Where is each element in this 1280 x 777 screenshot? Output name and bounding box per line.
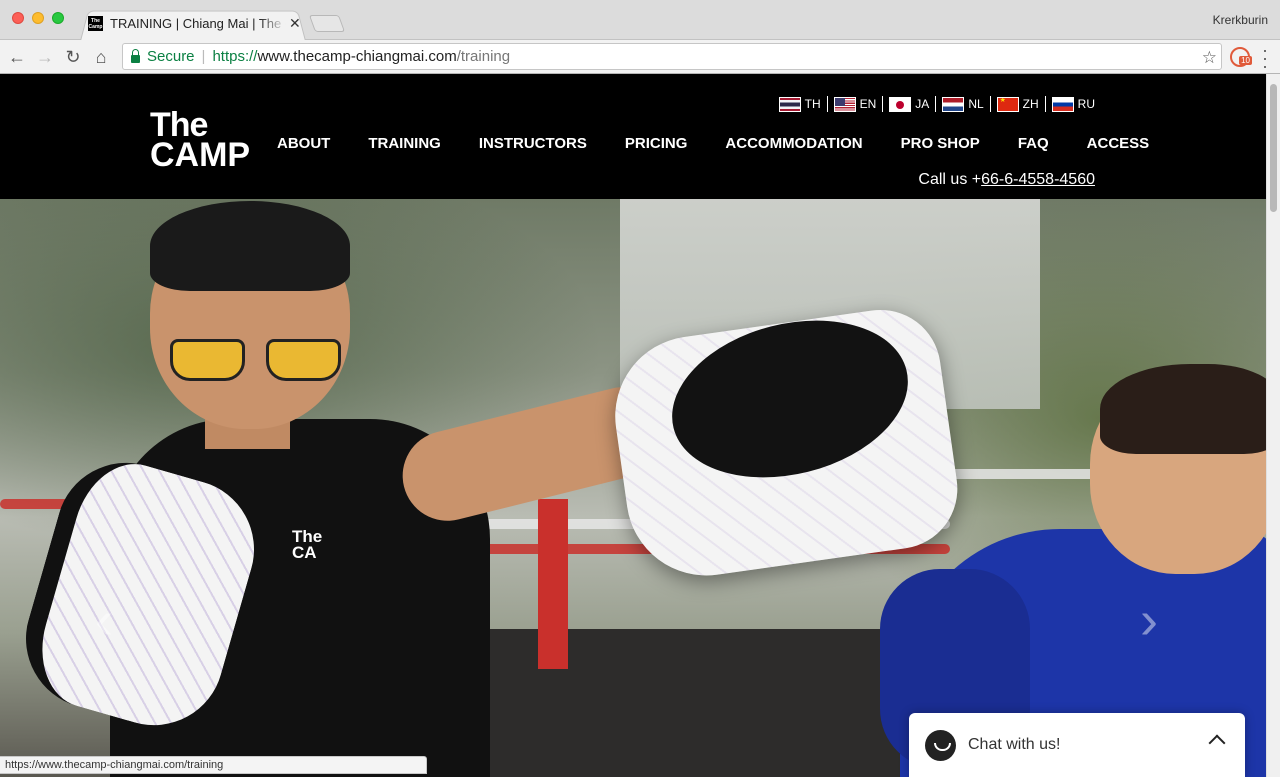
lang-nl[interactable]: NL	[936, 96, 991, 112]
home-icon[interactable]: ⌂	[90, 46, 112, 68]
extension-badge: 10	[1239, 56, 1252, 65]
japan-flag-icon	[889, 96, 912, 112]
new-tab-button[interactable]	[308, 15, 346, 32]
tab-title[interactable]: TRAINING | Chiang Mai | The Camp	[110, 16, 286, 31]
close-window-button[interactable]	[12, 12, 24, 24]
lang-code: NL	[968, 97, 984, 111]
lang-th[interactable]: TH	[773, 96, 828, 112]
url-scheme: https://	[212, 48, 258, 65]
nav-training[interactable]: TRAINING	[368, 135, 441, 152]
nav-instructors[interactable]: INSTRUCTORS	[479, 135, 587, 152]
thailand-flag-icon	[778, 96, 801, 112]
language-selector: TH EN JA NL ZH RU	[773, 96, 1101, 112]
maximize-window-button[interactable]	[52, 12, 64, 24]
lang-code: TH	[804, 97, 821, 111]
sunglasses	[170, 339, 345, 383]
china-flag-icon	[996, 96, 1019, 112]
nav-accommodation[interactable]: ACCOMMODATION	[725, 135, 862, 152]
logo-line2: CAMP	[150, 136, 251, 174]
student-hair	[1100, 364, 1266, 454]
bookmark-star-icon[interactable]: ☆	[1202, 48, 1217, 68]
shirt-logo: The CA	[292, 528, 322, 562]
shirt-logo-line2: CA	[292, 543, 317, 562]
lang-code: ZH	[1022, 97, 1039, 111]
nav-pro-shop[interactable]: PRO SHOP	[901, 135, 980, 152]
profile-name[interactable]: Krerkburin	[1213, 13, 1268, 27]
carousel-next-icon[interactable]: ›	[1140, 589, 1158, 651]
lock-icon	[131, 48, 140, 63]
chat-widget[interactable]: Chat with us!	[909, 713, 1245, 777]
reload-icon[interactable]: ↻	[62, 46, 84, 68]
call-us: Call us +66-6-4558-4560	[918, 171, 1095, 189]
lang-code: JA	[915, 97, 930, 111]
lang-en[interactable]: EN	[828, 96, 884, 112]
ring-corner-post	[538, 499, 568, 669]
usa-flag-icon	[833, 96, 856, 112]
nav-faq[interactable]: FAQ	[1018, 135, 1049, 152]
lang-ru[interactable]: RU	[1046, 96, 1101, 112]
site-header: The CAMP TH EN JA NL ZH RU ABOUT TRAININ…	[0, 74, 1266, 199]
url-path: /training	[456, 48, 511, 65]
nav-access[interactable]: ACCESS	[1087, 135, 1150, 152]
russia-flag-icon	[1051, 96, 1074, 112]
main-nav: ABOUT TRAINING INSTRUCTORS PRICING ACCOM…	[277, 135, 1149, 152]
lang-ja[interactable]: JA	[883, 96, 937, 112]
trainer-hair	[150, 201, 350, 291]
back-arrow-icon[interactable]: ←	[6, 46, 28, 68]
nav-about[interactable]: ABOUT	[277, 135, 330, 152]
chat-smiley-icon	[925, 729, 956, 761]
lang-code: RU	[1077, 97, 1095, 111]
favicon-icon: The Camp	[88, 15, 103, 31]
browser-toolbar: ← → ↻ ⌂ Secure | https:// www.thecamp-ch…	[0, 40, 1280, 75]
status-bar-url: https://www.thecamp-chiangmai.com/traini…	[0, 756, 427, 774]
url-host: www.thecamp-chiangmai.com	[257, 48, 457, 65]
call-us-label: Call us +	[918, 171, 982, 188]
browser-titlebar: TheCamp TRAINING | Chiang Mai | The Camp…	[0, 0, 1280, 41]
page-scrollbar[interactable]	[1266, 74, 1280, 777]
chevron-up-icon[interactable]	[1208, 734, 1226, 752]
browser-menu-icon[interactable]: · · ·	[1262, 41, 1268, 75]
minimize-window-button[interactable]	[32, 12, 44, 24]
divider: |	[201, 48, 206, 65]
phone-link[interactable]: 66-6-4558-4560	[981, 171, 1095, 188]
secure-label: Secure	[147, 48, 195, 65]
forward-arrow-icon[interactable]: →	[34, 46, 56, 68]
netherlands-flag-icon	[942, 96, 965, 112]
carousel-prev-icon[interactable]: ‹	[95, 589, 113, 651]
lens	[170, 339, 245, 381]
site-logo[interactable]: The CAMP	[150, 108, 251, 174]
hero-carousel[interactable]: The CA ‹ ›	[0, 199, 1266, 777]
lens	[266, 339, 341, 381]
lang-code: EN	[859, 97, 877, 111]
chat-label: Chat with us!	[968, 736, 1061, 753]
scrollbar-thumb[interactable]	[1270, 84, 1277, 212]
tab-close-icon[interactable]: ✕	[289, 15, 301, 32]
address-bar[interactable]: Secure | https:// www.thecamp-chiangmai.…	[122, 43, 1222, 70]
lang-zh[interactable]: ZH	[991, 96, 1046, 112]
nav-pricing[interactable]: PRICING	[625, 135, 688, 152]
